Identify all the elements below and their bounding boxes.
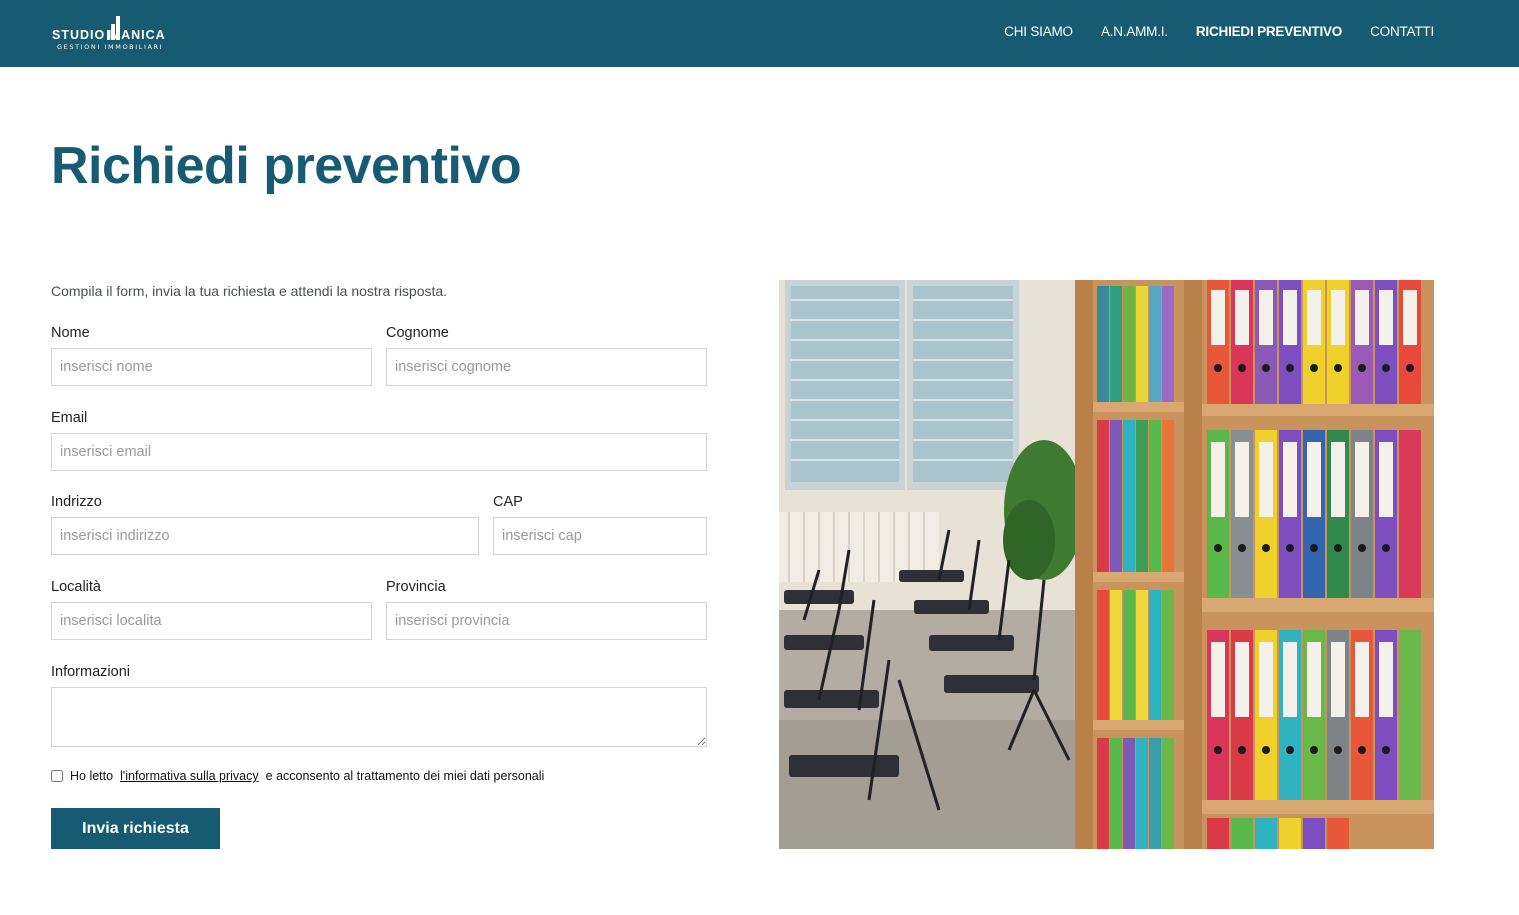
provincia-input[interactable] bbox=[386, 602, 707, 640]
localita-input[interactable] bbox=[51, 602, 372, 640]
office-photo bbox=[779, 280, 1434, 849]
consent-suffix: e acconsento al trattamento dei miei dat… bbox=[265, 769, 545, 783]
privacy-policy-link[interactable]: l'informativa sulla privacy bbox=[120, 769, 259, 783]
logo-name: STUDIO MANICA bbox=[52, 28, 166, 42]
page-title: Richiedi preventivo bbox=[51, 137, 522, 195]
email-label: Email bbox=[51, 410, 88, 426]
indirizzo-input[interactable] bbox=[51, 517, 479, 555]
form-intro: Compila il form, invia la tua richiesta … bbox=[51, 283, 448, 299]
top-navigation-bar: STUDIO MANICA GESTIONI IMMOBILIARI CHI S… bbox=[0, 0, 1519, 67]
privacy-consent: Ho letto l'informativa sulla privacy e a… bbox=[51, 769, 544, 783]
cognome-label: Cognome bbox=[386, 325, 449, 341]
cognome-input[interactable] bbox=[386, 348, 707, 386]
submit-request-button[interactable]: Invia richiesta bbox=[51, 808, 220, 849]
nome-input[interactable] bbox=[51, 348, 372, 386]
informazioni-textarea[interactable] bbox=[51, 687, 707, 747]
provincia-label: Provincia bbox=[386, 579, 446, 595]
cap-label: CAP bbox=[493, 494, 523, 510]
studio-manica-logo[interactable]: STUDIO MANICA GESTIONI IMMOBILIARI bbox=[52, 16, 192, 56]
indirizzo-label: Indrizzo bbox=[51, 494, 102, 510]
localita-label: Località bbox=[51, 579, 101, 595]
email-input[interactable] bbox=[51, 433, 707, 471]
privacy-consent-checkbox[interactable] bbox=[51, 770, 63, 782]
nav-anammi[interactable]: A.N.AMM.I. bbox=[1101, 24, 1168, 39]
cap-input[interactable] bbox=[493, 517, 707, 555]
nav-chi-siamo[interactable]: CHI SIAMO bbox=[1004, 24, 1073, 39]
logo-tagline: GESTIONI IMMOBILIARI bbox=[57, 43, 164, 51]
informazioni-label: Informazioni bbox=[51, 664, 130, 680]
nav-contatti[interactable]: CONTATTI bbox=[1370, 24, 1434, 39]
consent-prefix: Ho letto bbox=[70, 769, 114, 783]
office-archive-image bbox=[779, 280, 1434, 849]
main-menu: CHI SIAMO A.N.AMM.I. RICHIEDI PREVENTIVO… bbox=[1004, 24, 1434, 39]
nav-richiedi-preventivo[interactable]: RICHIEDI PREVENTIVO bbox=[1196, 24, 1342, 39]
nome-label: Nome bbox=[51, 325, 90, 341]
